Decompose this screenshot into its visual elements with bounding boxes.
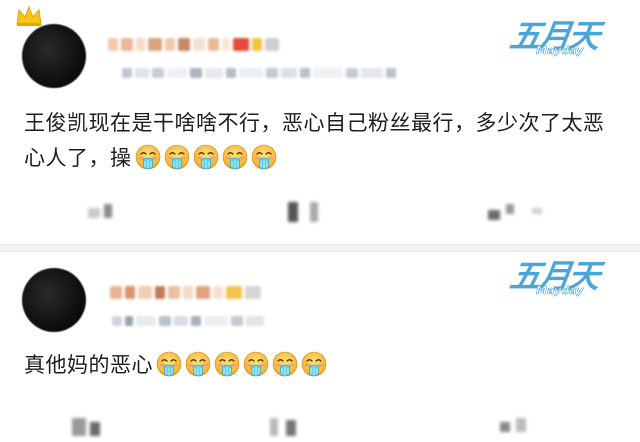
comment-text: 真他妈的恶心 — [24, 348, 616, 383]
nauseated-face-icon — [185, 351, 211, 377]
nauseated-face-icon — [164, 144, 190, 170]
nauseated-face-icon — [251, 144, 277, 170]
nauseated-face-icon — [272, 351, 298, 377]
action-bar[interactable] — [60, 198, 600, 228]
nauseated-face-icon — [156, 351, 182, 377]
comment-card: 五月天 Mayday 真他妈的恶心 — [0, 252, 640, 440]
comment-meta — [122, 68, 396, 78]
username[interactable] — [108, 38, 279, 51]
nauseated-face-icon — [222, 144, 248, 170]
username[interactable] — [110, 286, 261, 299]
avatar[interactable] — [22, 24, 86, 88]
nauseated-face-icon — [301, 351, 327, 377]
comment-meta — [112, 316, 264, 326]
avatar[interactable] — [22, 268, 86, 332]
nauseated-face-icon — [193, 144, 219, 170]
nauseated-face-icon — [135, 144, 161, 170]
comment-card: 五月天 Mayday 王俊凯现在是干啥啥不行，恶心自己粉丝最行，多少次了太恶心人… — [0, 0, 640, 244]
action-bar[interactable] — [60, 412, 600, 442]
nauseated-face-icon — [243, 351, 269, 377]
comment-text: 王俊凯现在是干啥啥不行，恶心自己粉丝最行，多少次了太恶心人了，操 — [24, 106, 616, 176]
crown-badge-icon — [16, 5, 42, 26]
watermark-logo: 五月天 Mayday — [507, 17, 600, 57]
emoji-group — [132, 144, 277, 170]
comment-body: 王俊凯现在是干啥啥不行，恶心自己粉丝最行，多少次了太恶心人了，操 — [24, 111, 605, 170]
nauseated-face-icon — [214, 351, 240, 377]
card-separator — [0, 244, 640, 252]
emoji-group — [153, 351, 327, 377]
comment-body: 真他妈的恶心 — [24, 353, 153, 377]
watermark-logo: 五月天 Mayday — [507, 257, 600, 297]
comment-feed: 五月天 Mayday 王俊凯现在是干啥啥不行，恶心自己粉丝最行，多少次了太恶心人… — [0, 0, 640, 440]
